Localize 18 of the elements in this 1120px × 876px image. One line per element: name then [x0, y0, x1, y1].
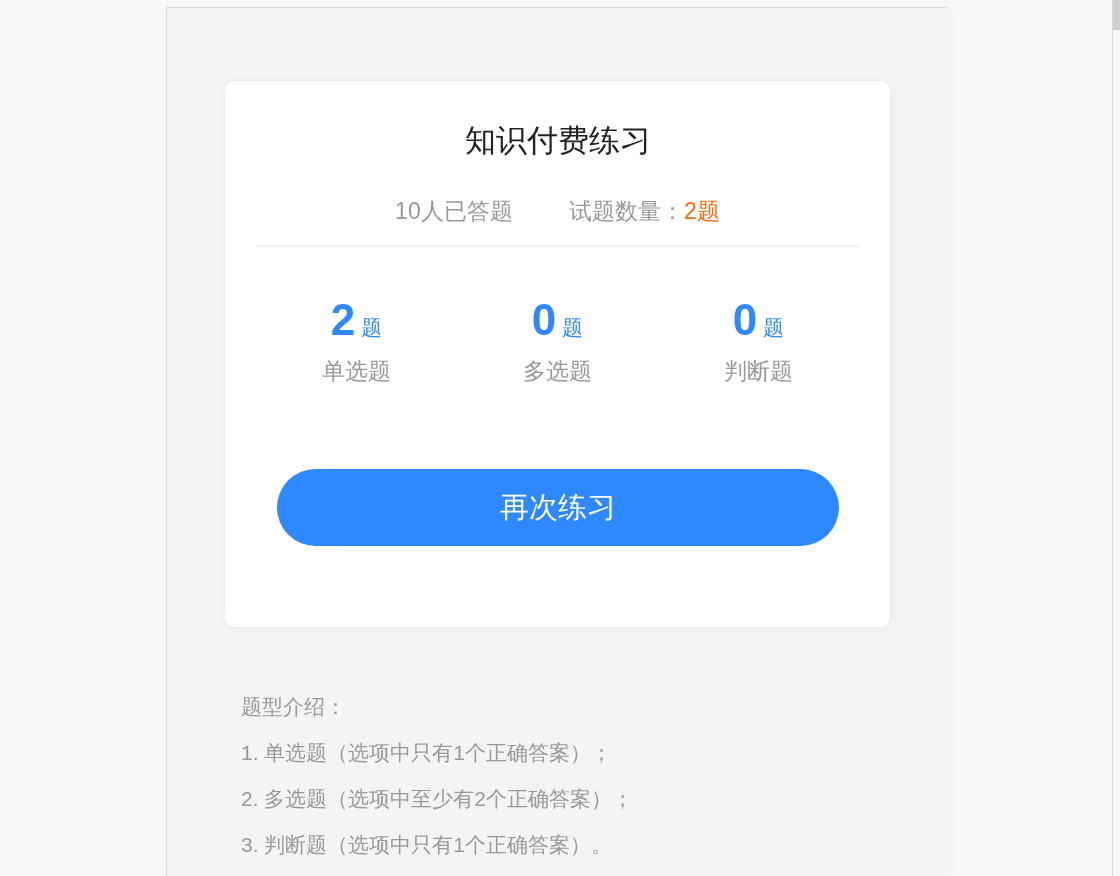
intro-heading: 题型介绍：: [241, 694, 347, 720]
question-type-label: 多选题: [523, 357, 592, 386]
count-number: 2: [330, 295, 356, 345]
answered-count: 10人已答题: [395, 198, 513, 224]
question-type-label: 判断题: [724, 357, 793, 386]
intro-item: 1. 单选题（选项中只有1个正确答案）；: [241, 740, 614, 766]
count-number: 0: [531, 295, 557, 345]
intro-item: 2. 多选题（选项中至少有2个正确答案）；: [241, 786, 635, 812]
count-unit: 题: [562, 315, 584, 341]
practice-title: 知识付费练习: [463, 122, 652, 160]
count-unit: 题: [763, 315, 785, 341]
count-number: 0: [732, 295, 758, 345]
question-count-label: 试题数量：: [569, 198, 685, 224]
practice-again-button[interactable]: 再次练习: [276, 469, 839, 546]
intro-item: 3. 判断题（选项中只有1个正确答案）。: [241, 832, 614, 858]
question-type-label: 单选题: [322, 357, 391, 386]
question-count-value: 2题: [684, 198, 720, 224]
count-unit: 题: [361, 315, 383, 341]
